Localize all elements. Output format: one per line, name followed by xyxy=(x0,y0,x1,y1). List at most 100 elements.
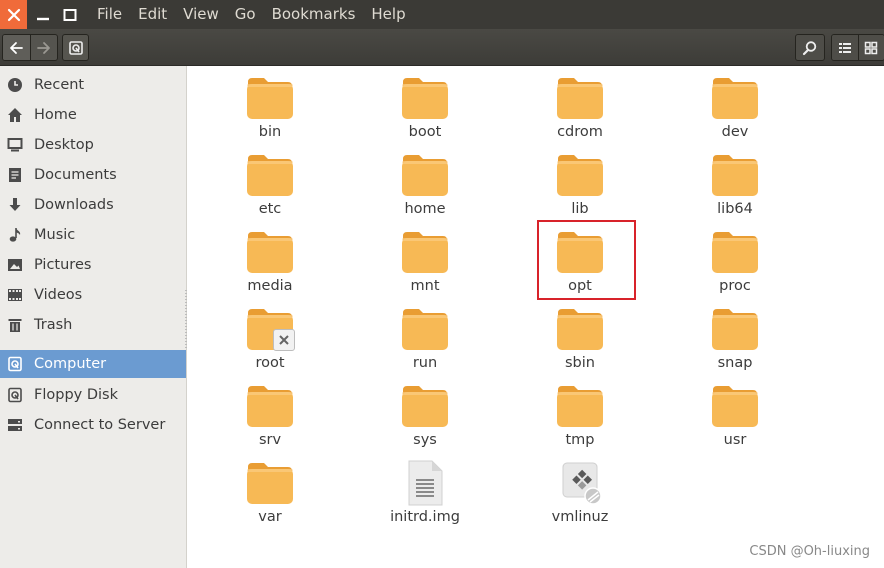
file-item[interactable]: initrd.img xyxy=(370,459,480,525)
file-view: bin boot cdrom dev etc home lib lib64 media mnt op… xyxy=(187,66,884,568)
folder-icon xyxy=(711,74,759,122)
search-button[interactable] xyxy=(795,34,825,61)
folder-icon xyxy=(246,382,294,430)
sidebar-item-music[interactable]: Music xyxy=(0,221,186,249)
file-name: lib xyxy=(571,201,589,217)
file-item[interactable]: srv xyxy=(215,382,325,448)
maximize-icon xyxy=(63,8,76,21)
menu-file[interactable]: File xyxy=(89,0,130,29)
sidebar-item-computer[interactable]: Computer xyxy=(0,350,186,378)
file-item[interactable]: mnt xyxy=(370,228,480,294)
clock-icon xyxy=(7,77,23,93)
sidebar-item-trash[interactable]: Trash xyxy=(0,311,186,339)
file-item[interactable]: run xyxy=(370,305,480,371)
menu-go[interactable]: Go xyxy=(227,0,264,29)
minimize-button[interactable] xyxy=(29,0,56,29)
file-item[interactable]: lib64 xyxy=(680,151,790,217)
picture-icon xyxy=(7,257,23,273)
floppy-icon xyxy=(7,387,23,403)
file-name: mnt xyxy=(410,278,440,294)
menu-bar: File Edit View Go Bookmarks Help xyxy=(0,0,884,29)
file-item[interactable]: snap xyxy=(680,305,790,371)
forward-button[interactable] xyxy=(31,35,58,60)
file-item[interactable]: lib xyxy=(525,151,635,217)
file-item[interactable]: usr xyxy=(680,382,790,448)
sidebar-item-connect-to-server[interactable]: Connect to Server xyxy=(0,411,186,439)
file-item[interactable]: dev xyxy=(680,74,790,140)
sidebar-item-label: Pictures xyxy=(34,257,92,273)
sidebar-item-label: Downloads xyxy=(34,197,114,213)
sidebar-item-label: Trash xyxy=(34,317,73,333)
sidebar-item-label: Connect to Server xyxy=(34,417,166,433)
maximize-button[interactable] xyxy=(56,0,83,29)
file-name: tmp xyxy=(565,432,595,448)
menu-view[interactable]: View xyxy=(175,0,227,29)
video-icon xyxy=(7,287,23,303)
folder-icon xyxy=(246,459,294,507)
menu-bookmarks[interactable]: Bookmarks xyxy=(264,0,364,29)
file-name: home xyxy=(404,201,446,217)
sidebar-item-label: Videos xyxy=(34,287,83,303)
file-name: sys xyxy=(413,432,437,448)
file-name: media xyxy=(247,278,293,294)
no-access-icon xyxy=(273,329,295,351)
file-item[interactable]: boot xyxy=(370,74,480,140)
sidebar-item-home[interactable]: Home xyxy=(0,101,186,129)
drive-icon xyxy=(68,40,83,55)
file-item[interactable]: var xyxy=(215,459,325,525)
file-item[interactable]: root xyxy=(215,305,325,371)
sidebar-item-desktop[interactable]: Desktop xyxy=(0,131,186,159)
sidebar-item-label: Music xyxy=(34,227,76,243)
arrow-right-icon xyxy=(36,41,50,54)
desktop-icon xyxy=(7,137,23,153)
file-name: initrd.img xyxy=(390,509,460,525)
file-name: cdrom xyxy=(557,124,603,140)
search-icon xyxy=(802,40,817,55)
file-item[interactable]: etc xyxy=(215,151,325,217)
file-name: var xyxy=(258,509,282,525)
sidebar-item-label: Home xyxy=(34,107,77,123)
file-item[interactable]: home xyxy=(370,151,480,217)
music-icon xyxy=(7,227,23,243)
file-item[interactable]: tmp xyxy=(525,382,635,448)
file-name: snap xyxy=(717,355,753,371)
menu-help[interactable]: Help xyxy=(363,0,413,29)
file-item[interactable]: bin xyxy=(215,74,325,140)
folder-icon xyxy=(401,74,449,122)
server-icon xyxy=(7,417,23,433)
folder-icon xyxy=(246,151,294,199)
sidebar-item-documents[interactable]: Documents xyxy=(0,161,186,189)
folder-icon xyxy=(556,151,604,199)
watermark: CSDN @Oh-liuxing xyxy=(749,544,870,559)
file-name: boot xyxy=(408,124,442,140)
download-icon xyxy=(7,197,23,213)
sidebar-item-pictures[interactable]: Pictures xyxy=(0,251,186,279)
folder-icon xyxy=(711,305,759,353)
folder-icon xyxy=(401,228,449,276)
file-name: proc xyxy=(719,278,751,294)
sidebar-item-recent[interactable]: Recent xyxy=(0,71,186,99)
sidebar-item-label: Documents xyxy=(34,167,117,183)
menu-edit[interactable]: Edit xyxy=(130,0,175,29)
file-item[interactable]: vmlinuz xyxy=(525,459,635,525)
folder-icon xyxy=(246,228,294,276)
back-button[interactable] xyxy=(3,35,31,60)
grid-view-button[interactable] xyxy=(858,35,884,60)
folder-icon xyxy=(711,228,759,276)
close-button[interactable] xyxy=(0,0,27,29)
list-view-icon xyxy=(838,42,851,53)
file-name: sbin xyxy=(565,355,595,371)
location-button[interactable] xyxy=(62,34,89,61)
sidebar-item-videos[interactable]: Videos xyxy=(0,281,186,309)
file-name: vmlinuz xyxy=(551,509,609,525)
file-item[interactable]: sys xyxy=(370,382,480,448)
list-view-button[interactable] xyxy=(832,35,859,60)
sidebar-item-floppy-disk[interactable]: Floppy Disk xyxy=(0,381,186,409)
file-item[interactable]: cdrom xyxy=(525,74,635,140)
document-icon xyxy=(7,167,23,183)
file-item[interactable]: proc xyxy=(680,228,790,294)
file-item[interactable]: media xyxy=(215,228,325,294)
file-item[interactable]: sbin xyxy=(525,305,635,371)
sidebar-item-downloads[interactable]: Downloads xyxy=(0,191,186,219)
navigation-buttons xyxy=(2,34,58,61)
